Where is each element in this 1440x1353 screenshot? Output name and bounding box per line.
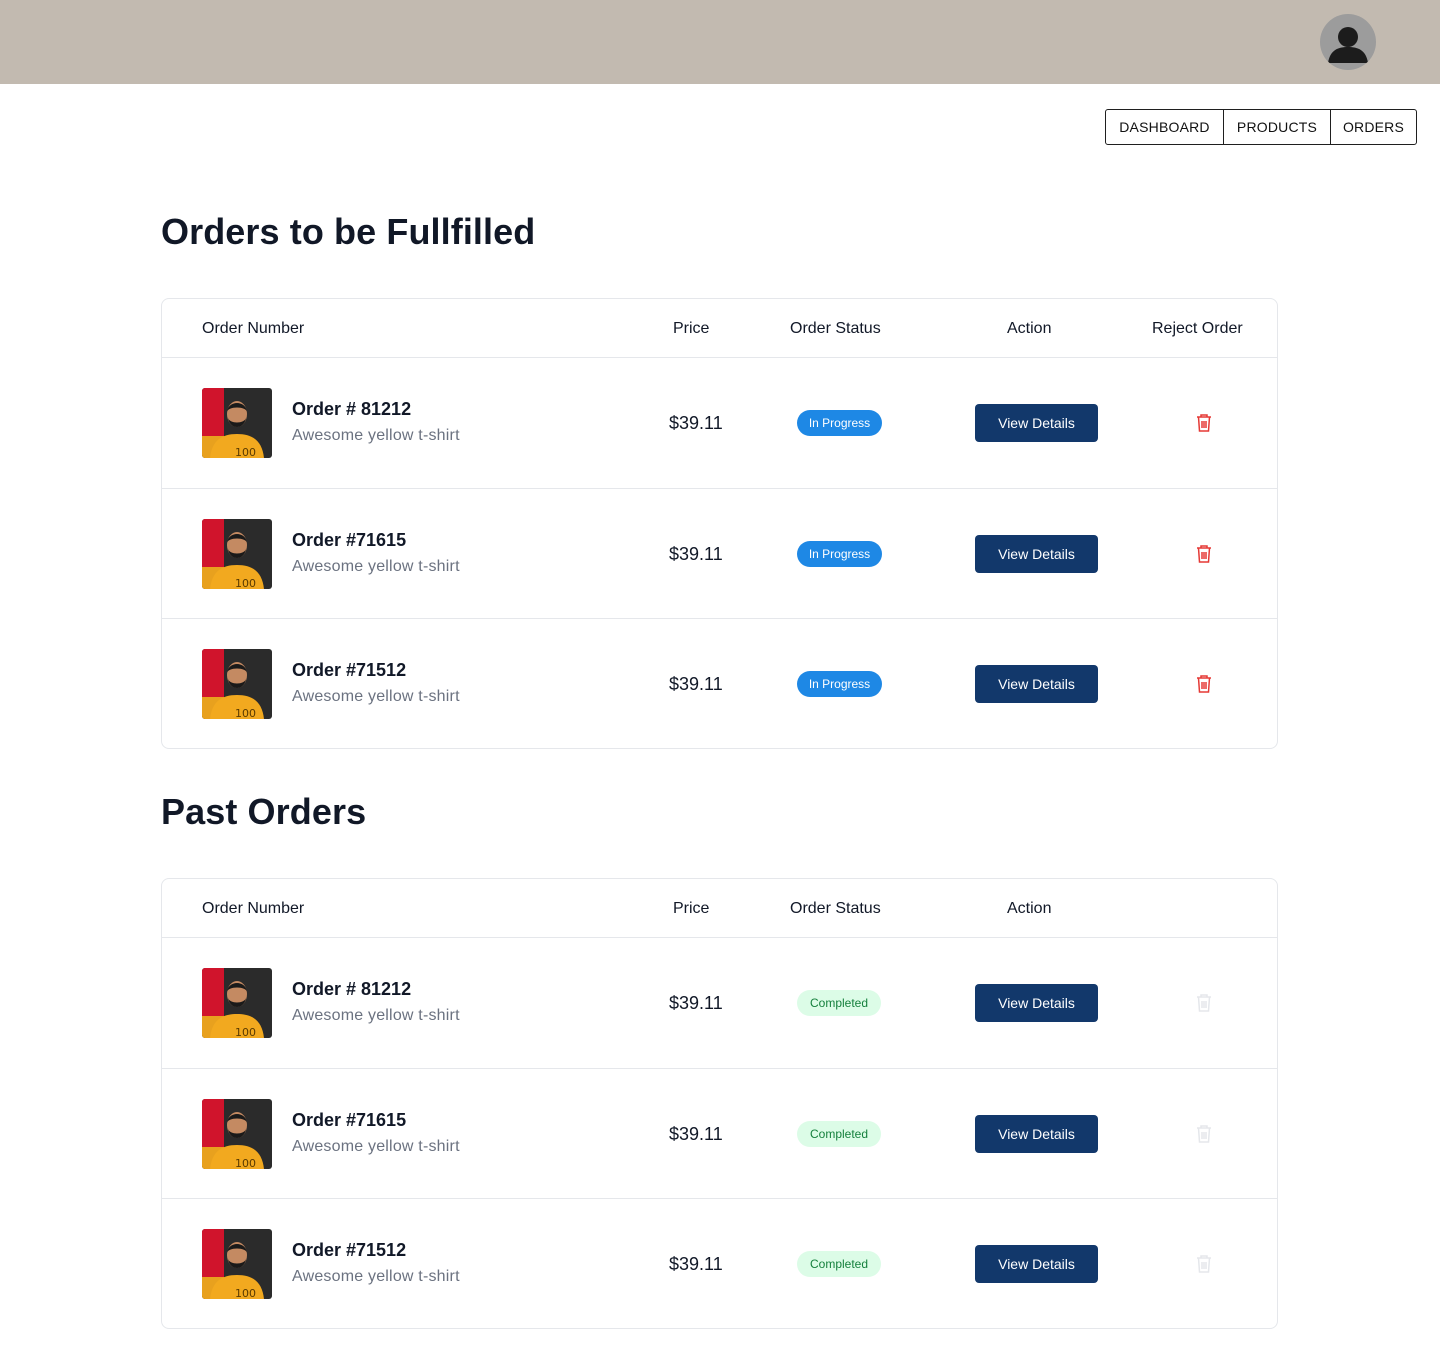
view-details-button[interactable]: View Details bbox=[975, 404, 1098, 442]
nav-dashboard[interactable]: DASHBOARD bbox=[1106, 110, 1223, 144]
order-price: $39.11 bbox=[669, 1254, 723, 1274]
table-row: 100 Order # 81212 Awesome yellow t-shirt… bbox=[162, 358, 1277, 488]
svg-text:100: 100 bbox=[235, 1026, 256, 1038]
trash-icon[interactable] bbox=[1196, 544, 1212, 564]
nav-orders[interactable]: ORDERS bbox=[1330, 110, 1416, 144]
order-number: Order #71512 bbox=[292, 660, 407, 680]
svg-text:100: 100 bbox=[235, 577, 256, 589]
pending-orders-title: Orders to be Fullfilled bbox=[161, 211, 536, 252]
order-price: $39.11 bbox=[669, 1124, 723, 1144]
order-price: $39.11 bbox=[669, 993, 723, 1013]
table-row: 100 Order # 81212 Awesome yellow t-shirt… bbox=[162, 938, 1277, 1068]
trash-icon[interactable] bbox=[1196, 674, 1212, 694]
order-number: Order #71615 bbox=[292, 530, 407, 550]
order-number: Order # 81212 bbox=[292, 979, 412, 999]
column-action: Action bbox=[1007, 320, 1052, 337]
product-thumbnail: 100 bbox=[202, 1099, 272, 1169]
order-number: Order #71512 bbox=[292, 1240, 407, 1260]
product-thumbnail: 100 bbox=[202, 519, 272, 589]
top-bar bbox=[0, 0, 1440, 84]
status-badge: Completed bbox=[797, 1251, 881, 1277]
order-number: Order #71615 bbox=[292, 1110, 407, 1130]
trash-icon[interactable] bbox=[1196, 413, 1212, 433]
svg-text:100: 100 bbox=[235, 1287, 256, 1299]
past-orders-title: Past Orders bbox=[161, 791, 367, 832]
column-order-number: Order Number bbox=[202, 320, 305, 337]
order-description: Awesome yellow t-shirt bbox=[292, 688, 460, 705]
status-badge: Completed bbox=[797, 990, 881, 1016]
column-order-number: Order Number bbox=[202, 900, 305, 917]
status-badge: In Progress bbox=[797, 671, 882, 697]
table-header: Order Number Price Order Status Action bbox=[162, 879, 1277, 938]
order-description: Awesome yellow t-shirt bbox=[292, 1138, 460, 1155]
svg-text:100: 100 bbox=[235, 1157, 256, 1169]
product-thumbnail: 100 bbox=[202, 388, 272, 458]
svg-text:100: 100 bbox=[235, 446, 256, 458]
column-order-status: Order Status bbox=[790, 900, 881, 917]
column-price: Price bbox=[673, 900, 710, 917]
order-description: Awesome yellow t-shirt bbox=[292, 1268, 460, 1285]
order-price: $39.11 bbox=[669, 413, 723, 433]
column-order-status: Order Status bbox=[790, 320, 881, 337]
order-price: $39.11 bbox=[669, 544, 723, 564]
table-row: 100 Order #71512 Awesome yellow t-shirt … bbox=[162, 618, 1277, 748]
column-action: Action bbox=[1007, 900, 1052, 917]
view-details-button[interactable]: View Details bbox=[975, 1245, 1098, 1283]
main-nav: DASHBOARD PRODUCTS ORDERS bbox=[1105, 109, 1417, 145]
view-details-button[interactable]: View Details bbox=[975, 535, 1098, 573]
view-details-button[interactable]: View Details bbox=[975, 984, 1098, 1022]
trash-icon bbox=[1196, 993, 1212, 1013]
order-description: Awesome yellow t-shirt bbox=[292, 558, 460, 575]
product-thumbnail: 100 bbox=[202, 649, 272, 719]
view-details-button[interactable]: View Details bbox=[975, 1115, 1098, 1153]
status-badge: In Progress bbox=[797, 410, 882, 436]
order-description: Awesome yellow t-shirt bbox=[292, 1007, 460, 1024]
status-badge: Completed bbox=[797, 1121, 881, 1147]
past-orders-table: Order Number Price Order Status Action 1… bbox=[161, 878, 1278, 1329]
nav-products[interactable]: PRODUCTS bbox=[1223, 110, 1330, 144]
status-badge: In Progress bbox=[797, 541, 882, 567]
product-thumbnail: 100 bbox=[202, 1229, 272, 1299]
order-description: Awesome yellow t-shirt bbox=[292, 427, 460, 444]
table-header: Order Number Price Order Status Action R… bbox=[162, 299, 1277, 358]
trash-icon bbox=[1196, 1254, 1212, 1274]
pending-orders-table: Order Number Price Order Status Action R… bbox=[161, 298, 1278, 749]
order-number: Order # 81212 bbox=[292, 399, 412, 419]
column-reject-order: Reject Order bbox=[1152, 320, 1243, 337]
order-price: $39.11 bbox=[669, 674, 723, 694]
table-row: 100 Order #71512 Awesome yellow t-shirt … bbox=[162, 1198, 1277, 1328]
table-row: 100 Order #71615 Awesome yellow t-shirt … bbox=[162, 488, 1277, 618]
view-details-button[interactable]: View Details bbox=[975, 665, 1098, 703]
table-row: 100 Order #71615 Awesome yellow t-shirt … bbox=[162, 1068, 1277, 1198]
user-avatar-icon[interactable] bbox=[1320, 14, 1376, 70]
column-price: Price bbox=[673, 320, 710, 337]
svg-text:100: 100 bbox=[235, 707, 256, 719]
trash-icon bbox=[1196, 1124, 1212, 1144]
product-thumbnail: 100 bbox=[202, 968, 272, 1038]
